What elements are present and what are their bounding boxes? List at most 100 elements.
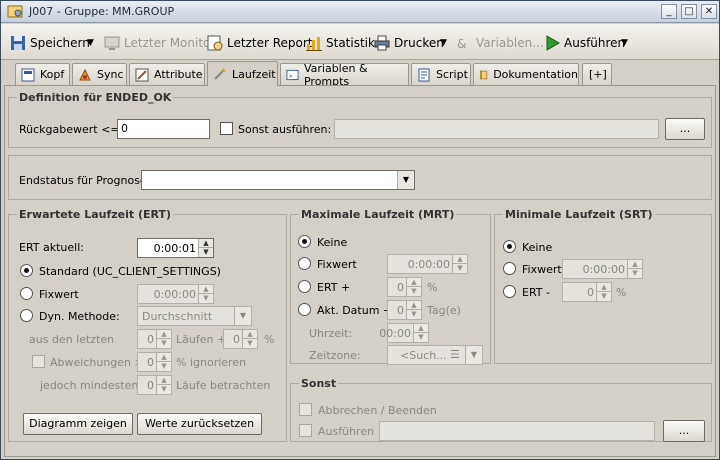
stepper-up-icon[interactable]: ▲ (199, 285, 213, 294)
mrt-days-label: Tag(e) (427, 304, 461, 317)
tab-script[interactable]: Script (411, 63, 471, 85)
deviations-stepper[interactable]: 0 ▲ ▼ (137, 352, 172, 372)
ert-standard-radio[interactable] (20, 264, 33, 277)
stepper-down-icon[interactable]: ▼ (199, 294, 213, 303)
stepper-up-icon[interactable]: ▲ (414, 324, 428, 333)
svg-text:&: & (457, 37, 466, 51)
else-run-input[interactable] (379, 421, 655, 441)
return-value-input[interactable]: 0 (117, 119, 210, 139)
tab-kopf[interactable]: Kopf (15, 63, 70, 85)
last-monitor-button[interactable]: Letzter Monitor (104, 34, 215, 52)
mrt-none-radio[interactable] (298, 235, 311, 248)
reset-values-button[interactable]: Werte zurücksetzen (137, 413, 262, 435)
stepper-down-icon[interactable]: ▼ (199, 248, 213, 257)
stepper-up-icon[interactable]: ▲ (407, 278, 421, 287)
ert-dyn-method-label: Dyn. Methode: (39, 310, 120, 323)
tab-bar: Kopf Sync Attribute Laufzeit >_ Variable… (1, 61, 719, 88)
variables-prompts-tab-icon: >_ (286, 69, 299, 80)
show-chart-button[interactable]: Diagramm zeigen (23, 413, 133, 435)
srt-fixed-radio[interactable] (503, 262, 516, 275)
tab-variablen-prompts[interactable]: >_ Variablen & Prompts (280, 62, 409, 88)
tab-sync[interactable]: Sync (72, 63, 127, 85)
else-run-checkbox[interactable] (299, 424, 312, 437)
srt-ert-minus-stepper[interactable]: 0 ▲ ▼ (562, 282, 612, 302)
statistics-button[interactable]: Statistik (306, 34, 375, 52)
stepper-down-icon[interactable]: ▼ (157, 362, 171, 371)
stepper-down-icon[interactable]: ▼ (243, 339, 257, 348)
stepper-up-icon[interactable]: ▲ (157, 330, 171, 339)
ignore-label: % ignorieren (176, 356, 247, 369)
stepper-down-icon[interactable]: ▼ (453, 264, 467, 273)
runs-plus-stepper[interactable]: 0 ▲ ▼ (223, 329, 258, 349)
stepper-up-icon[interactable]: ▲ (453, 255, 467, 264)
stepper-up-icon[interactable]: ▲ (407, 301, 421, 310)
stepper-down-icon[interactable]: ▼ (407, 287, 421, 296)
srt-fixed-stepper[interactable]: 0:00:00 ▲ ▼ (562, 259, 643, 279)
variables-button[interactable]: & Variablen... (456, 34, 544, 52)
ert-fixed-stepper[interactable]: 0:00:00 ▲ ▼ (137, 284, 214, 304)
deviations-checkbox[interactable] (32, 355, 45, 368)
stepper-down-icon[interactable]: ▼ (414, 333, 428, 342)
stepper-up-icon[interactable]: ▲ (243, 330, 257, 339)
forecast-group: Endstatus für Prognose: ▼ (8, 155, 712, 200)
print-dropdown-arrow[interactable]: ▼ (440, 34, 447, 52)
stepper-down-icon[interactable]: ▼ (157, 339, 171, 348)
stepper-down-icon[interactable]: ▼ (407, 310, 421, 319)
mrt-date-plus-stepper[interactable]: 0 ▲ ▼ (387, 300, 422, 320)
stepper-down-icon[interactable]: ▼ (157, 385, 171, 394)
stepper-up-icon[interactable]: ▲ (157, 376, 171, 385)
tab-add[interactable]: [+] (582, 63, 612, 85)
close-button[interactable]: ✕ (701, 4, 717, 19)
execute-button[interactable]: Ausführen (544, 34, 625, 52)
stepper-down-icon[interactable]: ▼ (628, 269, 642, 278)
srt-none-radio[interactable] (503, 240, 516, 253)
last-report-button[interactable]: Letzter Report (207, 34, 312, 52)
print-button[interactable]: Drucken (374, 34, 444, 52)
mrt-fixed-radio[interactable] (298, 257, 311, 270)
save-button[interactable]: Speichern (10, 34, 90, 52)
else-execute-browse-button[interactable]: ... (665, 118, 705, 140)
tab-attribute[interactable]: Attribute (129, 63, 205, 85)
runs-plus-label: Läufen + (176, 333, 227, 346)
ert-fixed-radio[interactable] (20, 287, 33, 300)
mrt-fixed-stepper[interactable]: 0:00:00 ▲ ▼ (387, 254, 468, 274)
mrt-ert-plus-stepper[interactable]: 0 ▲ ▼ (387, 277, 422, 297)
execute-dropdown-arrow[interactable]: ▼ (621, 34, 628, 52)
abort-label: Abbrechen / Beenden (318, 404, 437, 417)
consider-runs-label: Läufe betrachten (176, 379, 271, 392)
mrt-date-plus-radio[interactable] (298, 303, 311, 316)
monitor-icon (104, 36, 120, 50)
mrt-timezone-select[interactable]: <Such... ☰ ▼ (387, 345, 483, 365)
maximize-button[interactable]: □ (681, 4, 697, 19)
mrt-ert-plus-radio[interactable] (298, 280, 311, 293)
ert-legend: Erwartete Laufzeit (ERT) (17, 208, 174, 221)
stepper-up-icon[interactable]: ▲ (628, 260, 642, 269)
at-least-stepper[interactable]: 0 ▲ ▼ (137, 375, 172, 395)
tab-dokumentation[interactable]: Dokumentation (473, 63, 579, 85)
else-run-browse-button[interactable]: ... (663, 420, 705, 442)
stepper-up-icon[interactable]: ▲ (157, 353, 171, 362)
abort-checkbox[interactable] (299, 403, 312, 416)
stepper-up-icon[interactable]: ▲ (199, 239, 213, 248)
tab-laufzeit[interactable]: Laufzeit (207, 61, 278, 86)
stepper-up-icon[interactable]: ▲ (597, 283, 611, 292)
else-execute-checkbox[interactable] (220, 122, 233, 135)
from-last-stepper[interactable]: 0 ▲ ▼ (137, 329, 172, 349)
else-execute-input[interactable] (334, 119, 659, 139)
floppy-disk-icon (11, 36, 25, 50)
minimize-button[interactable]: _ (661, 4, 677, 19)
chevron-down-icon: ▼ (234, 307, 251, 325)
ert-dyn-method-select[interactable]: Durchschnitt ▼ (137, 306, 252, 326)
forecast-status-label: Endstatus für Prognose: (19, 174, 151, 187)
variables-icon: & (457, 37, 466, 51)
stepper-down-icon[interactable]: ▼ (597, 292, 611, 301)
return-value-label: Rückgabewert <=: (19, 123, 124, 136)
mrt-time-stepper[interactable]: 00:00 ▲ ▼ (379, 323, 429, 343)
save-dropdown-arrow[interactable]: ▼ (87, 34, 94, 52)
forecast-status-select[interactable]: ▼ (141, 170, 415, 190)
runtime-tab-icon (214, 68, 226, 80)
ert-dyn-method-radio[interactable] (20, 309, 33, 322)
srt-ert-minus-radio[interactable] (503, 285, 516, 298)
chevron-down-icon: ▼ (465, 346, 482, 364)
ert-current-stepper[interactable]: 0:00:01 ▲ ▼ (137, 238, 214, 258)
